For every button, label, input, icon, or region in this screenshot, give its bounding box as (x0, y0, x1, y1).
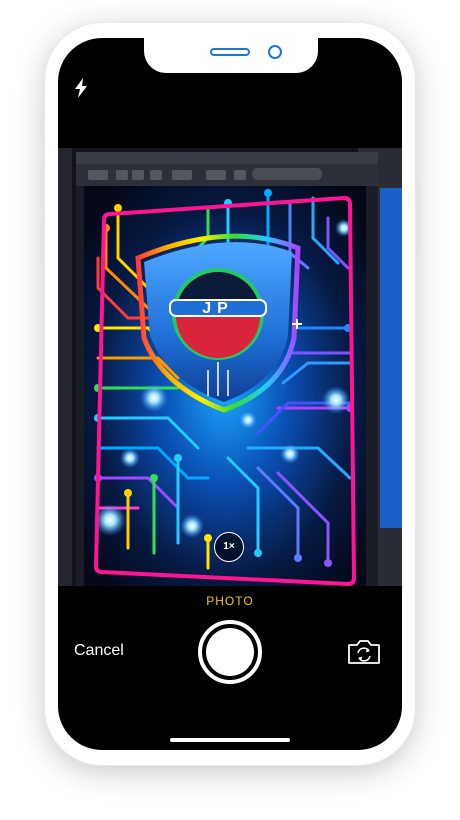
speaker-grille (210, 48, 250, 56)
front-camera (268, 45, 282, 59)
camera-screen: JP 1× PHOTO Cancel (58, 38, 402, 750)
photo-mode-label[interactable]: PHOTO (58, 594, 402, 608)
volume-up-button (40, 166, 44, 208)
power-button (416, 182, 420, 252)
mute-switch (40, 118, 44, 140)
viewfinder-scene: JP (58, 148, 402, 586)
shutter-button-inner[interactable] (206, 628, 254, 676)
notch (144, 38, 318, 73)
logo-text: JP (202, 300, 234, 317)
cancel-button[interactable]: Cancel (74, 642, 124, 660)
zoom-toggle[interactable]: 1× (214, 532, 244, 562)
shutter-button[interactable] (198, 620, 262, 684)
home-indicator[interactable] (170, 738, 290, 742)
flash-icon[interactable] (70, 76, 92, 100)
viewfinder[interactable]: JP (58, 148, 402, 586)
switch-camera-icon[interactable] (346, 638, 382, 666)
volume-down-button (40, 222, 44, 264)
